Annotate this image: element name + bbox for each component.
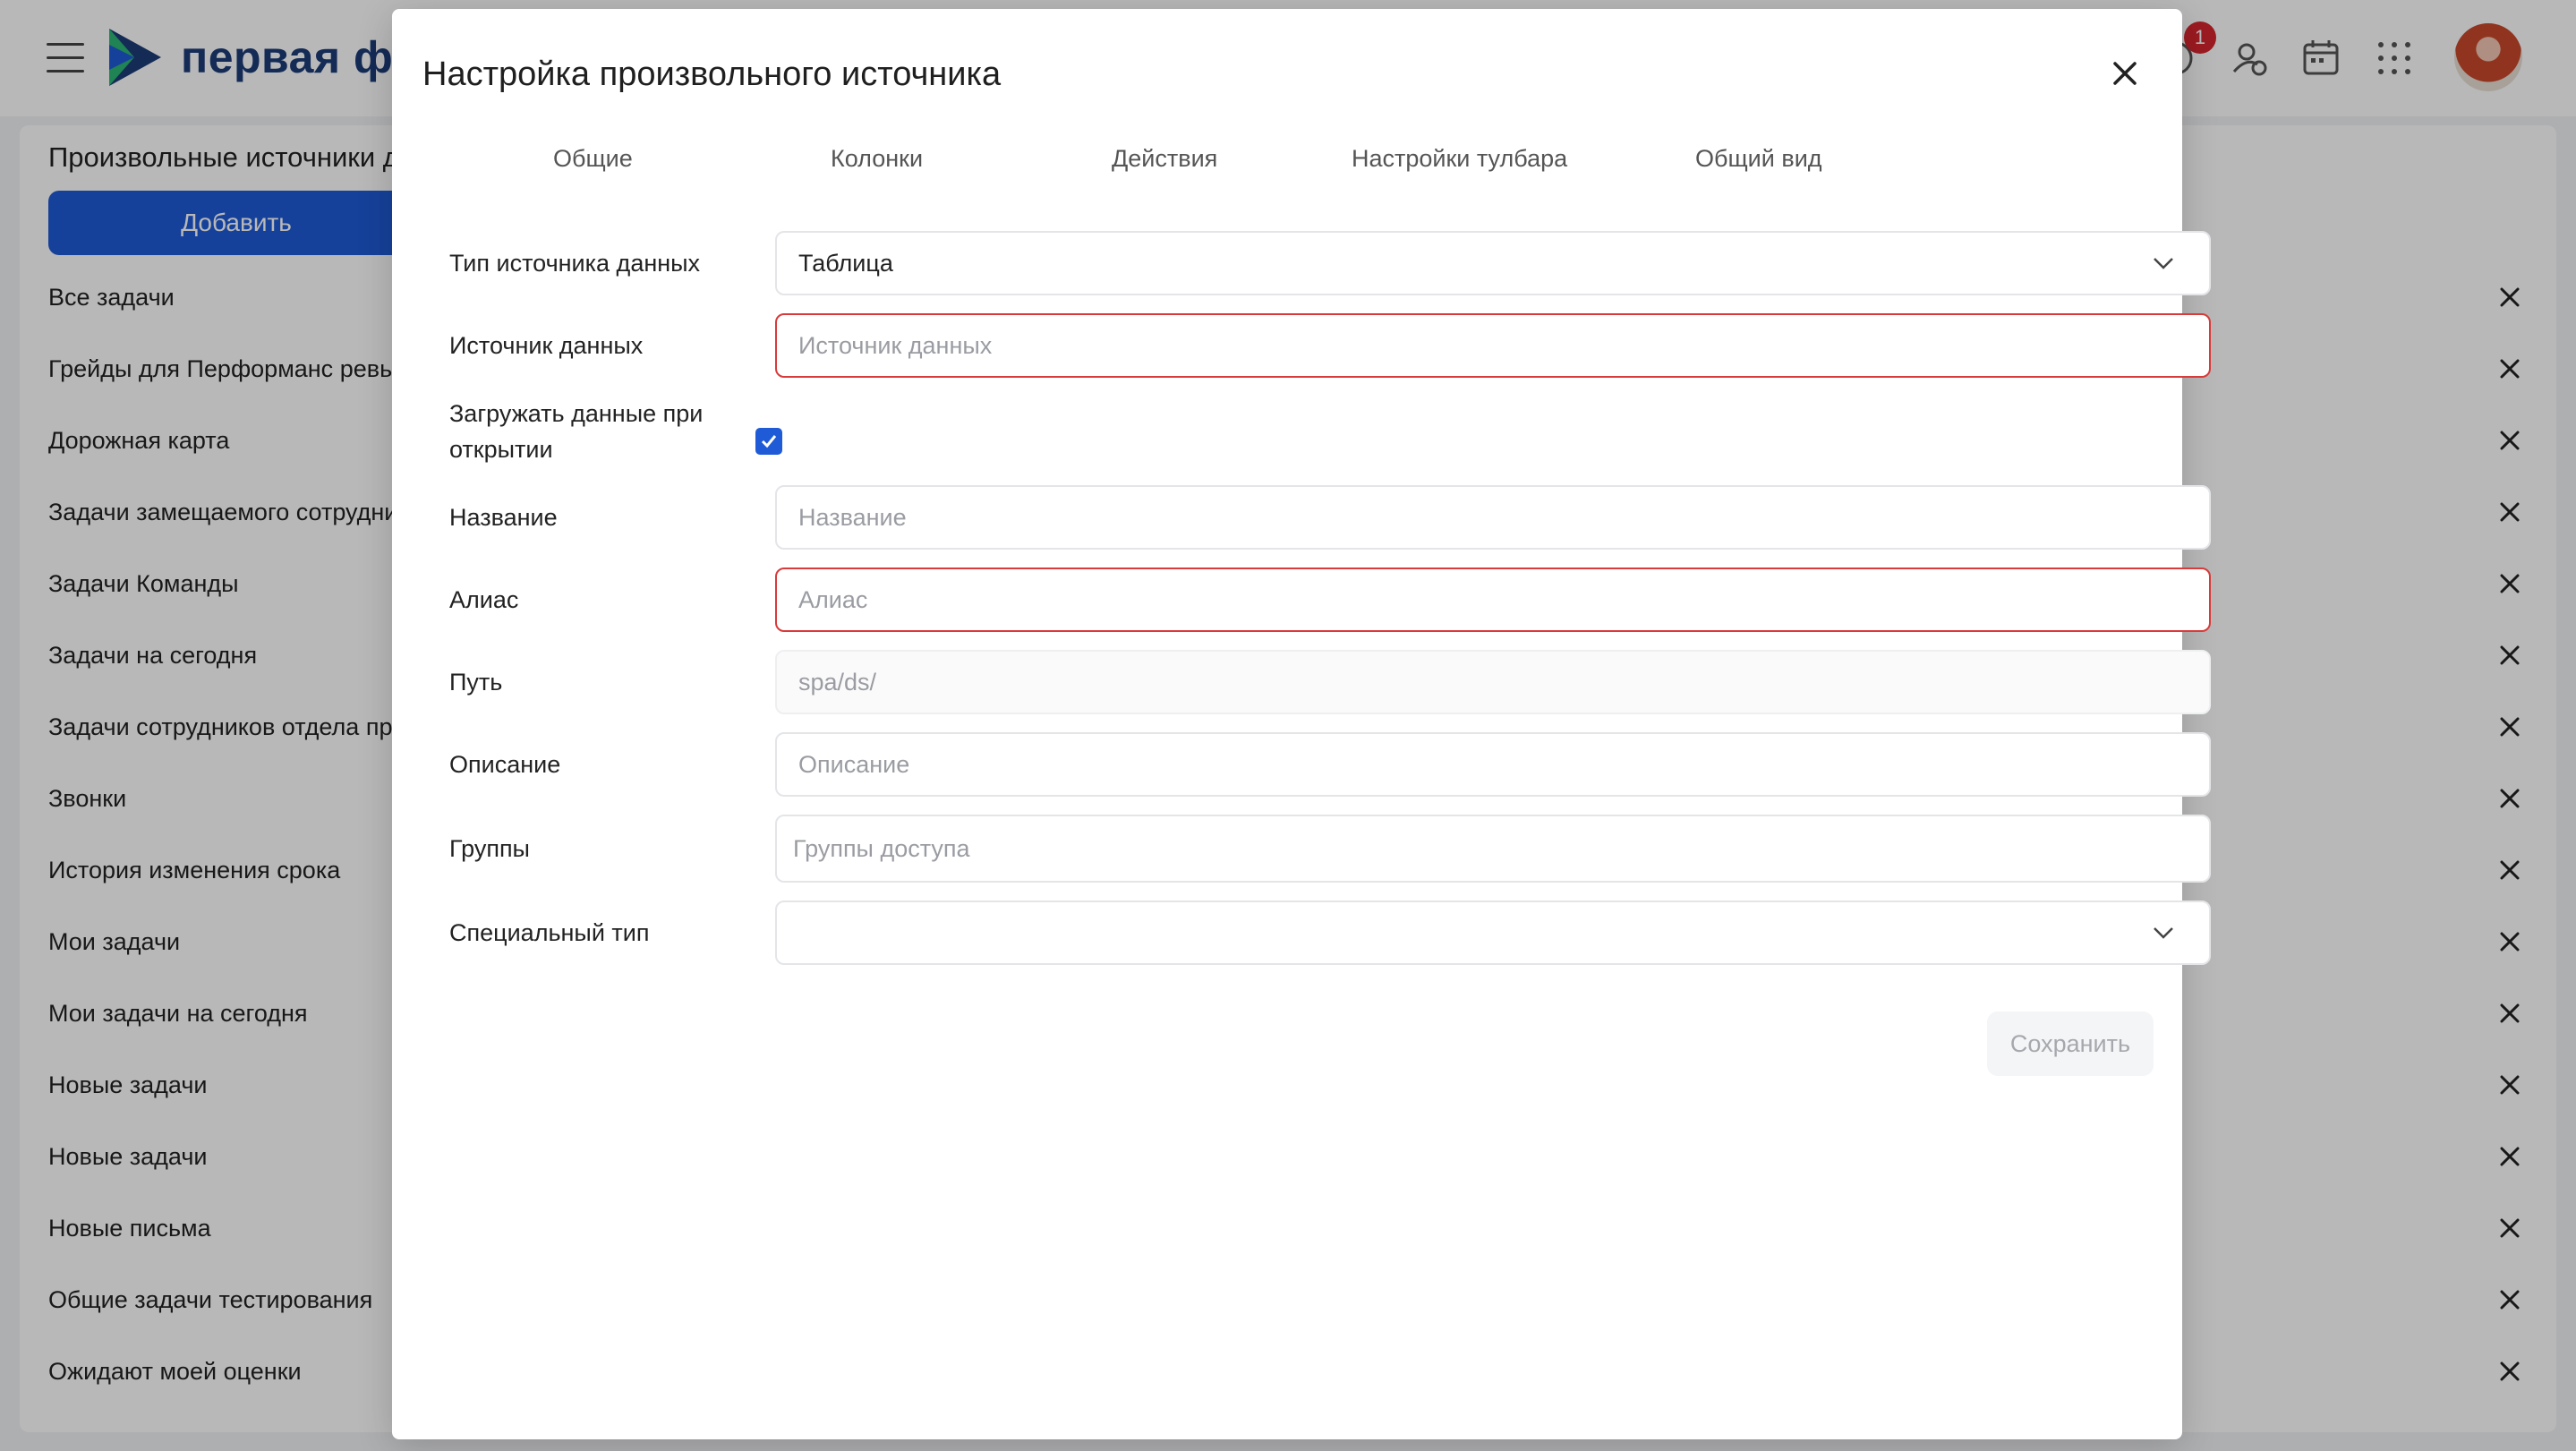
path-input [775,650,2211,714]
source-type-label: Тип источника данных [449,250,701,277]
data-source-input[interactable] [775,313,2211,378]
modal-title: Настройка произвольного источника [422,55,1002,93]
checkmark-icon [761,435,777,448]
alias-label: Алиас [449,586,519,613]
name-input[interactable] [775,485,2211,550]
tab-general[interactable]: Общие [553,145,633,173]
path-label: Путь [449,669,503,696]
source-type-select[interactable]: Таблица [775,231,2211,295]
tab-columns[interactable]: Колонки [831,145,923,173]
load-on-open-label: Загружать данные при открытии [449,396,703,467]
close-icon [2113,62,2137,85]
alias-input[interactable] [775,568,2211,632]
groups-label: Группы [449,835,530,862]
name-label: Название [449,504,558,531]
source-type-value: Таблица [798,249,893,277]
load-on-open-label-line2: открытии [449,436,553,463]
description-label: Описание [449,751,561,778]
special-type-select[interactable] [775,900,2211,965]
tab-actions[interactable]: Действия [1112,145,1217,173]
groups-input[interactable] [775,815,2211,883]
chevron-down-icon [2154,258,2173,269]
save-button[interactable]: Сохранить [1987,1011,2154,1076]
modal-tabs: Общие Колонки Действия Настройки тулбара… [392,134,2182,188]
data-source-label: Источник данных [449,332,644,359]
tab-toolbar-settings[interactable]: Настройки тулбара [1352,145,1567,173]
load-on-open-checkbox[interactable] [755,428,782,455]
tab-overview[interactable]: Общий вид [1695,145,1822,173]
description-input[interactable] [775,732,2211,797]
source-settings-modal: Настройка произвольного источника Общие … [392,9,2211,1439]
chevron-down-icon [2154,927,2173,939]
close-modal-button[interactable] [2103,52,2146,95]
special-type-label: Специальный тип [449,919,650,946]
load-on-open-label-line1: Загружать данные при [449,400,704,427]
